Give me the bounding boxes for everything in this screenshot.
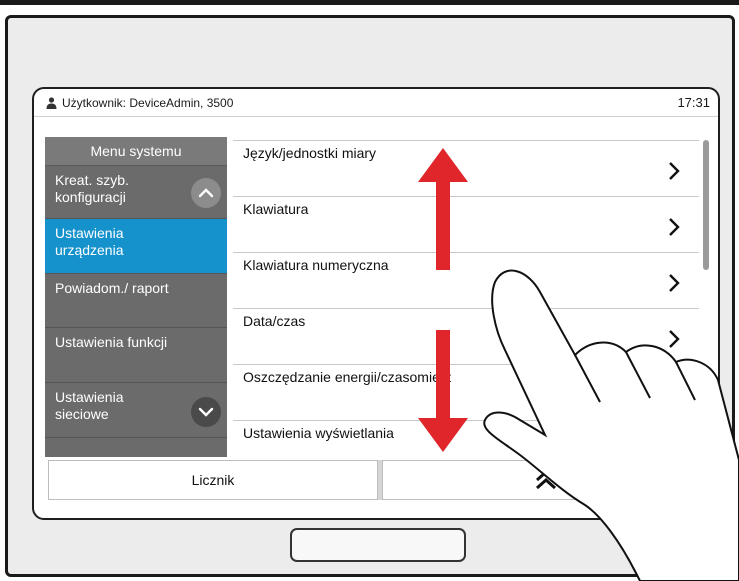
list-item-label: Klawiatura [243, 201, 309, 217]
list-item-label: Klawiatura numeryczna [243, 257, 389, 273]
list-item-label: Data/czas [243, 313, 306, 329]
chevron-down-icon [198, 407, 214, 417]
list-item-energy-saving[interactable]: Oszczędzanie energii/czasomierz [233, 364, 699, 420]
clock: 17:31 [677, 95, 710, 110]
list-item-language[interactable]: Język/jednostki miary [233, 140, 699, 196]
double-chevron-up-icon [536, 469, 556, 490]
settings-list: Język/jednostki miary Klawiatura Klawiat… [233, 140, 699, 456]
hardware-button[interactable] [290, 528, 466, 562]
list-scrollbar[interactable] [703, 140, 709, 270]
list-item-label: Ustawienia wyświetlania [243, 425, 394, 441]
sidebar-item-device-settings[interactable]: Ustawienia urządzenia [45, 219, 227, 274]
user-icon [46, 96, 57, 109]
sidebar-item-label: Ustawienia urządzenia [55, 225, 124, 258]
top-rule [0, 0, 739, 5]
scroll-up-button[interactable] [191, 178, 221, 208]
sidebar-item-label: Kreat. szyb. konfiguracji [55, 172, 129, 205]
bottom-bar: Licznik [48, 460, 710, 500]
home-button[interactable] [382, 460, 710, 500]
counter-label: Licznik [191, 472, 235, 488]
sidebar-item-label: Powiadom./ raport [55, 280, 169, 296]
sidebar-item-partial [45, 438, 227, 457]
chevron-up-icon [198, 188, 214, 198]
list-item-label: Oszczędzanie energii/czasomierz [243, 369, 452, 385]
scroll-down-button[interactable] [191, 397, 221, 427]
list-item-numeric-keyboard[interactable]: Klawiatura numeryczna [233, 252, 699, 308]
sidebar-item-label: Ustawienia funkcji [55, 334, 168, 350]
counter-button[interactable]: Licznik [48, 460, 378, 500]
list-item-label: Język/jednostki miary [243, 145, 377, 161]
list-item-keyboard[interactable]: Klawiatura [233, 196, 699, 252]
sidebar-title: Menu systemu [45, 137, 227, 166]
user-label: Użytkownik: DeviceAdmin, 3500 [62, 95, 234, 110]
status-bar: Użytkownik: DeviceAdmin, 3500 17:31 [34, 89, 718, 117]
sidebar-item-network-settings[interactable]: Ustawienia sieciowe [45, 383, 227, 438]
sidebar-item-quick-setup[interactable]: Kreat. szyb. konfiguracji [45, 166, 227, 219]
list-item-date-time[interactable]: Data/czas [233, 308, 699, 364]
sidebar: Menu systemu Kreat. szyb. konfiguracji U… [45, 137, 227, 457]
user-indicator: Użytkownik: DeviceAdmin, 3500 [46, 96, 233, 110]
chevron-right-icon [669, 330, 680, 348]
chevron-right-icon [669, 218, 680, 236]
chevron-right-icon [669, 162, 680, 180]
list-item-display-settings[interactable]: Ustawienia wyświetlania [233, 420, 699, 456]
sidebar-item-function-settings[interactable]: Ustawienia funkcji [45, 328, 227, 383]
sidebar-item-label: Ustawienia sieciowe [55, 389, 124, 422]
chevron-right-icon [669, 274, 680, 292]
sidebar-item-notifications[interactable]: Powiadom./ raport [45, 274, 227, 328]
